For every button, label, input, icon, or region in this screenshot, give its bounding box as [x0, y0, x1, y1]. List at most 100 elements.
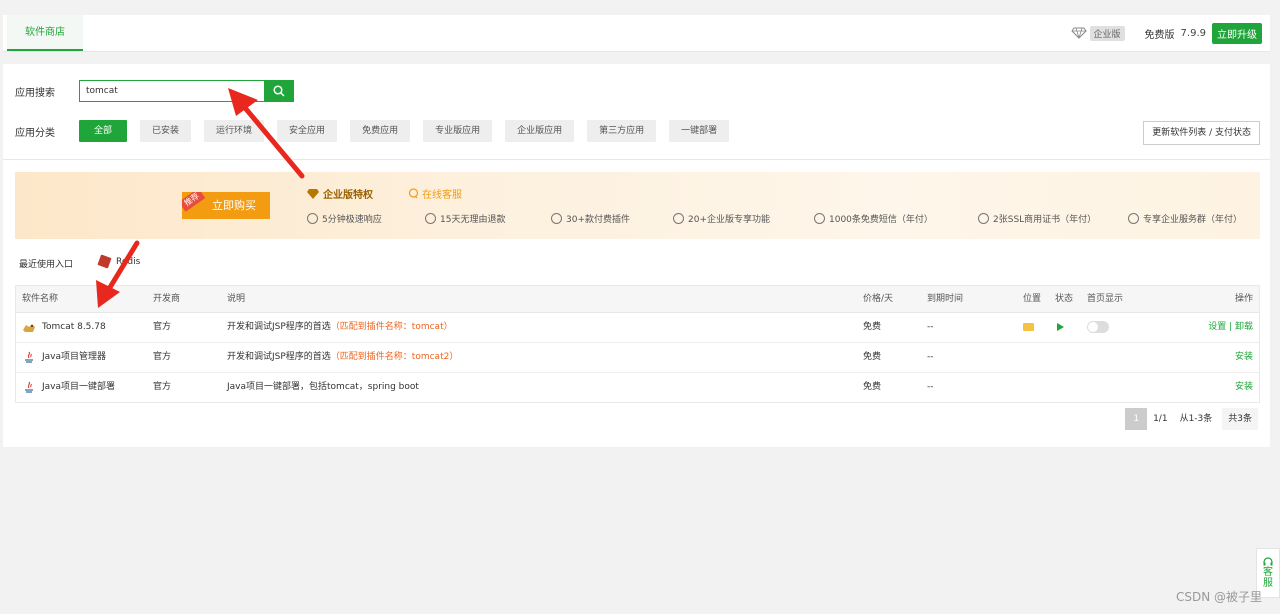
table-row: Java项目管理器 官方 开发和调试JSP程序的首选（匹配到插件名称：tomca…: [16, 343, 1259, 373]
headset-icon: [1263, 557, 1273, 566]
developer: 官方: [153, 352, 172, 362]
search-input[interactable]: tomcat: [79, 80, 265, 102]
install-link[interactable]: 安装: [1235, 352, 1253, 362]
divider: [3, 159, 1270, 160]
recent-entry-label: 最近使用入口: [19, 260, 74, 270]
enterprise-privilege-title: 企业版特权: [307, 186, 373, 201]
uninstall-link[interactable]: 卸载: [1235, 322, 1253, 332]
software-name: Java项目管理器: [22, 343, 106, 372]
search-button[interactable]: [264, 80, 294, 102]
perk-item: 1000条免费短信（年付）: [814, 212, 978, 225]
chat-icon: [408, 188, 419, 199]
perk-label: 15天无理由退款: [440, 215, 506, 225]
version-number: 7.9.9: [1180, 27, 1206, 39]
perk-list: 5分钟极速响应 15天无理由退款 30+款付费插件 20+企业版专享功能 100…: [307, 212, 1242, 225]
category-free[interactable]: 免费应用: [350, 120, 411, 142]
header-home: 首页显示: [1087, 294, 1124, 304]
home-display-toggle[interactable]: [1087, 313, 1109, 342]
online-service-link[interactable]: 在线客服: [408, 186, 462, 201]
page-total: 共3条: [1222, 408, 1258, 430]
plugin-icon: [551, 213, 562, 224]
diamond-outline-icon: [673, 213, 684, 224]
software-name-label: Tomcat 8.5.78: [42, 322, 106, 332]
description-text: 开发和调试JSP程序的首选: [227, 352, 331, 362]
header-price: 价格/天: [863, 294, 894, 304]
mail-icon: [814, 213, 825, 224]
category-pro[interactable]: 专业版应用: [423, 120, 493, 142]
category-enterprise[interactable]: 企业版应用: [505, 120, 575, 142]
folder-icon: [1023, 322, 1034, 331]
status-running[interactable]: [1057, 313, 1064, 342]
buy-now-label: 立即购买: [212, 199, 256, 212]
category-runtime[interactable]: 运行环境: [204, 120, 265, 142]
category-third-party[interactable]: 第三方应用: [587, 120, 657, 142]
price: 免费: [863, 382, 882, 392]
toggle-switch: [1087, 320, 1109, 333]
diamond-icon: [307, 188, 319, 199]
tab-software-store[interactable]: 软件商店: [7, 15, 83, 51]
expire-time: --: [927, 382, 934, 392]
operations: 安装: [1235, 373, 1253, 402]
page-range: 从1-3条: [1173, 408, 1219, 430]
java-icon: [25, 381, 33, 393]
enterprise-badge-label: 企业版: [1089, 25, 1125, 41]
description: Java项目一键部署，包括tomcat，spring boot: [227, 373, 419, 402]
update-list-button[interactable]: 更新软件列表 / 支付状态: [1143, 121, 1260, 145]
ssl-icon: [978, 213, 989, 224]
enterprise-banner: 推荐 立即购买 企业版特权 在线客服 5分钟极速响应 15天无理由退款 30+款…: [15, 172, 1260, 239]
free-version-label: 免费版: [1144, 29, 1175, 41]
header-expire: 到期时间: [927, 294, 964, 304]
upgrade-button[interactable]: 立即升级: [1212, 22, 1262, 44]
price: 免费: [863, 322, 882, 332]
category-security[interactable]: 安全应用: [277, 120, 338, 142]
search-label: 应用搜索: [15, 88, 55, 99]
install-link[interactable]: 安装: [1235, 382, 1253, 392]
perk-label: 专享企业服务群（年付）: [1143, 215, 1243, 225]
table-row: Java项目一键部署 官方 Java项目一键部署，包括tomcat，spring…: [16, 373, 1259, 402]
page-count: 1/1: [1147, 408, 1174, 430]
diamond-icon: [1070, 27, 1087, 39]
software-table: 软件名称 开发商 说明 价格/天 到期时间 位置 状态 首页显示 操作 Tomc…: [15, 285, 1260, 403]
enterprise-badge[interactable]: 企业版: [1070, 25, 1125, 41]
description: 开发和调试JSP程序的首选（匹配到插件名称：tomcat2）: [227, 343, 458, 372]
header-status: 状态: [1055, 294, 1074, 304]
heart-icon: [1128, 213, 1139, 224]
software-store-panel: 应用搜索 tomcat 应用分类 全部 已安装 运行环境 安全应用 免费应用 专…: [3, 64, 1270, 447]
perk-item: 30+款付费插件: [551, 212, 673, 225]
recent-entry-name: Redis: [116, 256, 141, 267]
developer: 官方: [153, 322, 172, 332]
page-current[interactable]: 1: [1125, 408, 1148, 430]
top-bar-right: 企业版 免费版 7.9.9 立即升级: [1070, 15, 1262, 51]
perk-label: 1000条免费短信（年付）: [829, 215, 933, 225]
top-bar: 软件商店 企业版 免费版 7.9.9 立即升级: [3, 15, 1270, 52]
perk-item: 5分钟极速响应: [307, 212, 425, 225]
match-note: （匹配到插件名称：tomcat2）: [330, 352, 459, 362]
perk-item: 15天无理由退款: [425, 212, 551, 225]
clock-icon: [307, 213, 318, 224]
tomcat-icon: [23, 323, 35, 332]
play-icon: [1057, 322, 1064, 331]
header-developer: 开发商: [153, 294, 181, 304]
location-folder[interactable]: [1023, 313, 1034, 342]
software-name: Tomcat 8.5.78: [22, 313, 106, 342]
description-text: Java项目一键部署，包括tomcat，spring boot: [227, 382, 419, 392]
recent-entry-redis[interactable]: Redis: [97, 254, 141, 269]
buy-now-button[interactable]: 推荐 立即购买: [182, 192, 270, 219]
software-name-label: Java项目一键部署: [42, 382, 116, 392]
expire-time: --: [927, 352, 934, 362]
operations: 设置 | 卸载: [1208, 313, 1253, 342]
search-icon: [273, 85, 285, 97]
op-separator: |: [1226, 322, 1235, 332]
perk-label: 20+企业版专享功能: [688, 215, 770, 225]
perk-label: 2张SSL商用证书（年付）: [993, 215, 1097, 225]
category-all[interactable]: 全部: [79, 120, 128, 142]
category-installed[interactable]: 已安装: [140, 120, 192, 142]
category-one-click[interactable]: 一键部署: [669, 120, 730, 142]
perk-item: 2张SSL商用证书（年付）: [978, 212, 1128, 225]
java-icon: [25, 351, 33, 363]
settings-link[interactable]: 设置: [1208, 322, 1226, 332]
description-text: 开发和调试JSP程序的首选: [227, 322, 331, 332]
perk-label: 30+款付费插件: [566, 215, 630, 225]
table-header: 软件名称 开发商 说明 价格/天 到期时间 位置 状态 首页显示 操作: [16, 286, 1259, 313]
header-operation: 操作: [1234, 294, 1253, 304]
